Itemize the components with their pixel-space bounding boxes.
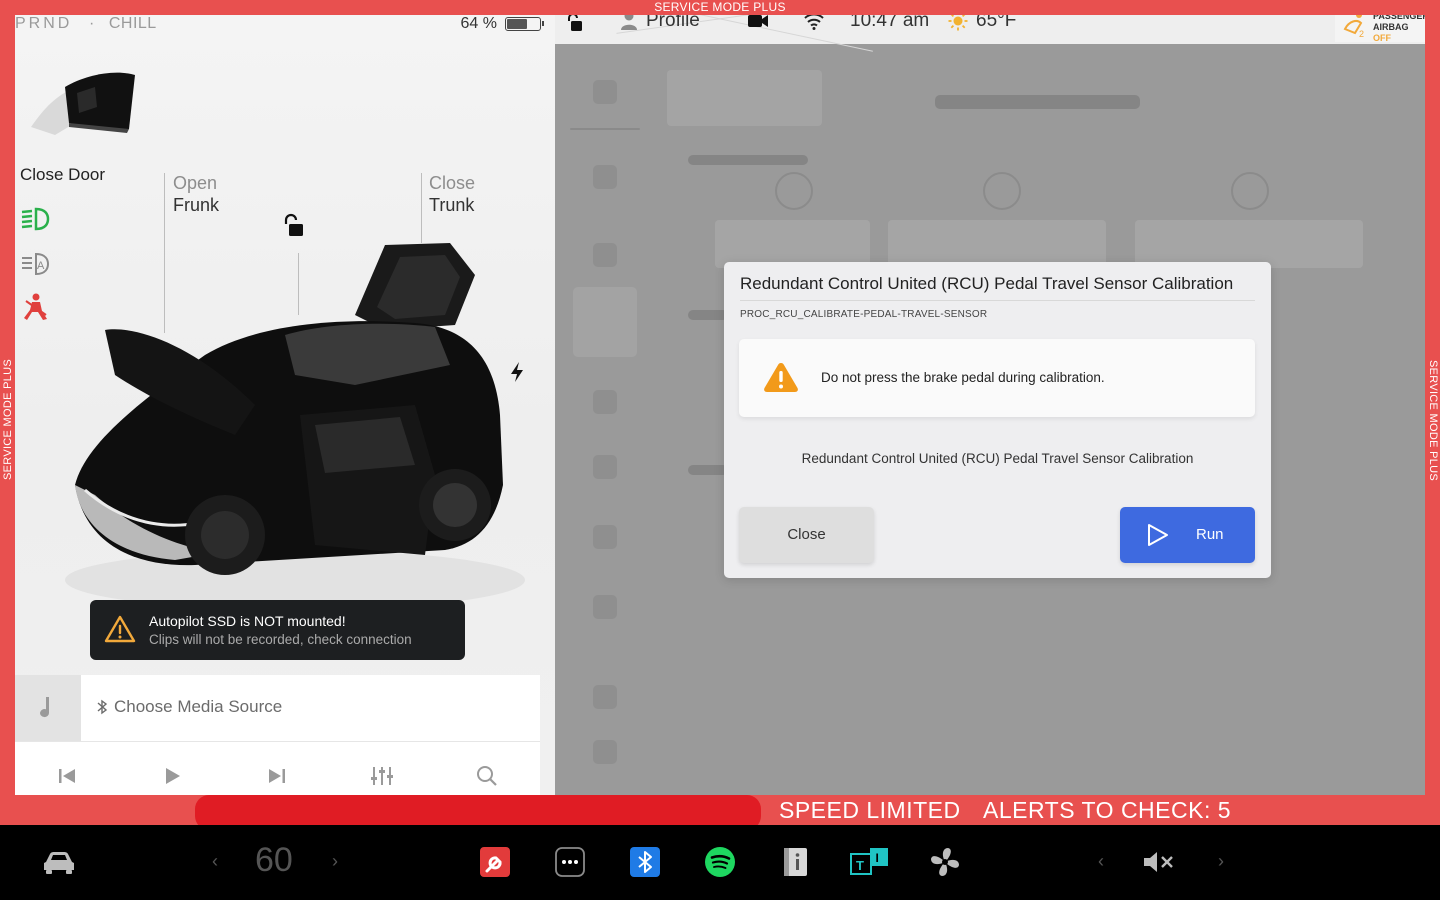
drive-mode: · CHILL: [89, 15, 157, 33]
volume-muted-icon: [1144, 852, 1173, 872]
spotify-app-button[interactable]: [703, 845, 737, 879]
airbag-state: OFF: [1373, 33, 1391, 43]
music-note-icon: [40, 697, 50, 718]
run-label: Run: [1196, 526, 1224, 543]
trunk-label: Trunk: [429, 195, 475, 215]
play-outline-icon: [1148, 524, 1168, 546]
battery-fill: [507, 19, 528, 29]
more-apps-icon: [555, 847, 585, 877]
vehicle-panel: PRND · CHILL 64 % Close Door A Open Frun…: [15, 15, 555, 795]
climate-increase-chevron[interactable]: ›: [332, 851, 338, 872]
media-album-art[interactable]: [15, 675, 81, 741]
svg-text:A: A: [37, 260, 45, 272]
toast-title: Autopilot SSD is NOT mounted!: [149, 613, 346, 629]
manual-icon: [784, 848, 807, 876]
battery-percent: 64 %: [460, 15, 497, 32]
warning-text: Do not press the brake pedal during cali…: [821, 370, 1105, 385]
gear-indicator: PRND: [15, 15, 73, 32]
procedure-code: PROC_RCU_CALIBRATE-PEDAL-TRAVEL-SENSOR: [740, 309, 988, 320]
spotify-icon: [705, 847, 735, 877]
manual-app-button[interactable]: [778, 845, 812, 879]
svg-text:I: I: [876, 851, 879, 865]
previous-icon: [59, 769, 75, 783]
svg-text:2: 2: [1359, 29, 1364, 39]
service-mode-label-right: SERVICE MODE PLUS: [1427, 360, 1439, 482]
car-model-illustration: [65, 243, 525, 610]
fan-icon: [931, 848, 959, 876]
service-mode-label-left: SERVICE MODE PLUS: [2, 358, 14, 480]
headlights-icon[interactable]: [20, 205, 52, 233]
trunk-action: Close: [429, 173, 476, 193]
car-button[interactable]: [42, 845, 76, 879]
close-button[interactable]: Close: [739, 507, 874, 563]
drive-mode-label: CHILL: [108, 15, 157, 32]
seatbelt-warning-icon: [24, 293, 47, 320]
next-icon: [269, 769, 285, 783]
teslamate-app-button[interactable]: T I: [850, 845, 890, 879]
door-thumbnail-icon[interactable]: [25, 57, 145, 147]
close-door-button[interactable]: Close Door: [20, 165, 105, 185]
volume-decrease-chevron[interactable]: ‹: [1098, 851, 1104, 872]
media-search-button[interactable]: [472, 763, 502, 789]
battery-indicator: 64 %: [460, 15, 544, 33]
autopilot-ssd-toast[interactable]: Autopilot SSD is NOT mounted! Clips will…: [90, 600, 465, 660]
battery-icon: [505, 17, 544, 31]
alerts-to-check-button[interactable]: ALERTS TO CHECK: 5: [983, 797, 1231, 824]
set-speed[interactable]: 60: [255, 841, 293, 880]
run-button[interactable]: Run: [1120, 507, 1255, 563]
bluetooth-app-button[interactable]: [628, 845, 662, 879]
calibration-dialog: Redundant Control United (RCU) Pedal Tra…: [724, 262, 1271, 578]
dialog-description: Redundant Control United (RCU) Pedal Tra…: [801, 451, 1194, 466]
bluetooth-small-icon: [97, 699, 108, 715]
media-source-label: Choose Media Source: [114, 697, 283, 716]
taskbar: ‹ 60 › T I ‹ ›: [0, 825, 1440, 900]
play-icon: [166, 768, 180, 784]
airbag-icon: 2: [1343, 12, 1364, 39]
airbag-line2: AIRBAG: [1373, 22, 1409, 32]
more-apps-button[interactable]: [553, 845, 587, 879]
car-icon: [44, 852, 74, 874]
svg-text:T: T: [856, 858, 864, 873]
media-player: Choose Media Source: [15, 675, 540, 795]
speed-limited-text: SPEED LIMITED: [779, 797, 961, 823]
bluetooth-icon: [630, 847, 660, 877]
warning-triangle-icon: [104, 615, 136, 643]
choose-media-source-button[interactable]: Choose Media Source: [96, 697, 282, 717]
unlocked-small-icon: [568, 13, 582, 31]
open-frunk-button[interactable]: Open Frunk: [173, 172, 219, 216]
service-mode-label-top: SERVICE MODE PLUS: [654, 0, 786, 14]
previous-track-button[interactable]: [52, 763, 82, 789]
search-icon: [477, 766, 497, 786]
next-track-button[interactable]: [262, 763, 292, 789]
dashcam-button[interactable]: [747, 13, 769, 29]
auto-headlights-icon[interactable]: A: [20, 250, 52, 278]
teslamate-icon: T I: [850, 848, 888, 875]
close-trunk-button[interactable]: Close Trunk: [429, 172, 475, 216]
volume-button[interactable]: [1142, 845, 1176, 879]
warning-box: Do not press the brake pedal during cali…: [739, 339, 1255, 417]
frunk-label: Frunk: [173, 195, 220, 215]
drive-mode-separator: ·: [89, 15, 95, 32]
dialog-title: Redundant Control United (RCU) Pedal Tra…: [740, 274, 1234, 293]
dashcam-icon: [748, 15, 768, 27]
service-wrench-icon: [480, 847, 510, 877]
frunk-action: Open: [173, 173, 218, 193]
fan-button[interactable]: [928, 845, 962, 879]
play-button[interactable]: [157, 763, 187, 789]
climate-decrease-chevron[interactable]: ‹: [212, 851, 218, 872]
equalizer-icon: [371, 767, 393, 785]
toast-subtitle: Clips will not be recorded, check connec…: [149, 632, 412, 647]
warning-icon: [764, 363, 798, 392]
service-app-button[interactable]: [478, 845, 512, 879]
screen: PRND · CHILL 64 % Close Door A Open Frun…: [0, 0, 1440, 900]
lock-status[interactable]: [567, 12, 587, 32]
equalizer-button[interactable]: [367, 763, 397, 789]
volume-increase-chevron[interactable]: ›: [1218, 851, 1224, 872]
